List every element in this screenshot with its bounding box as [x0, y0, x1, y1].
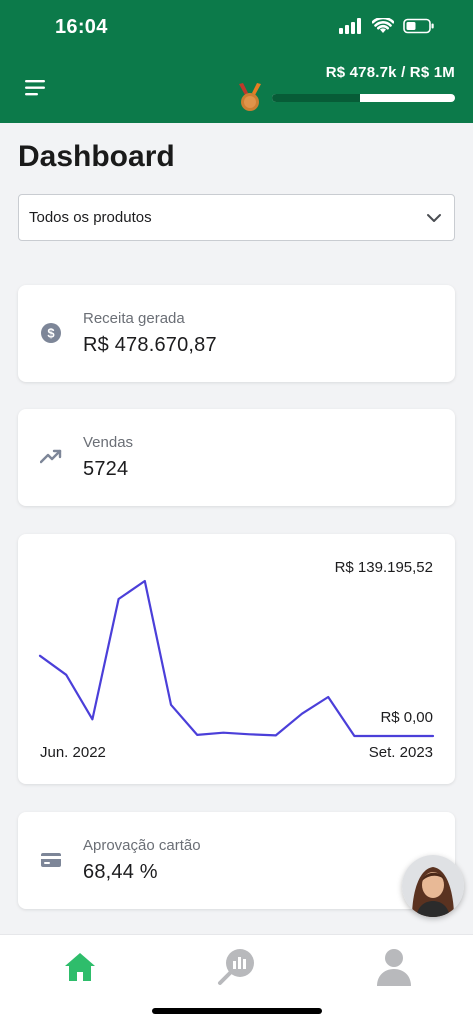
revenue-goal-progress [272, 94, 455, 102]
home-icon [65, 953, 95, 981]
trending-up-icon [40, 449, 62, 464]
battery-icon [403, 18, 434, 34]
revenue-goal-text: R$ 478.7k / R$ 1M [325, 64, 455, 81]
sales-value: 5724 [83, 458, 129, 480]
status-time: 16:04 [55, 16, 108, 38]
status-icons [339, 18, 435, 34]
revenue-value: R$ 478.670,87 [83, 334, 217, 356]
profile-icon [377, 949, 411, 986]
revenue-label: Receita gerada [83, 310, 185, 327]
page-title: Dashboard [18, 140, 175, 173]
product-select[interactable]: Todos os produtos [18, 194, 455, 241]
menu-button[interactable] [24, 78, 48, 98]
sales-label: Vendas [83, 434, 134, 451]
nav-profile[interactable] [374, 947, 414, 987]
card-approval-card: Aprovação cartão 68,44 % [18, 812, 455, 909]
approval-value: 68,44 % [83, 861, 158, 883]
revenue-card: $ Receita gerada R$ 478.670,87 [18, 285, 455, 382]
dollar-circle-icon: $ [41, 323, 61, 343]
product-select-value: Todos os produtos [29, 209, 152, 226]
support-agent-avatar [402, 855, 464, 917]
chart-x-start-label: Jun. 2022 [40, 744, 106, 761]
nav-home[interactable] [60, 947, 100, 987]
wifi-icon [372, 18, 394, 33]
revenue-chart-card: R$ 139.195,52 R$ 0,00 Jun. 2022 Set. 202… [18, 534, 455, 784]
menu-icon [25, 80, 45, 96]
analytics-search-icon [218, 949, 254, 985]
nav-analytics[interactable] [216, 947, 256, 987]
revenue-goal-progress-fill [272, 94, 360, 102]
credit-card-icon [41, 853, 61, 867]
revenue-line-chart: R$ 139.195,52 R$ 0,00 Jun. 2022 Set. 202… [38, 559, 435, 761]
chevron-down-icon [427, 213, 441, 222]
sales-card: Vendas 5724 [18, 409, 455, 506]
approval-label: Aprovação cartão [83, 837, 201, 854]
app-header: 16:04 R$ 478.7k / R$ 1M [0, 0, 473, 123]
home-indicator [152, 1008, 322, 1014]
chart-max-label: R$ 139.195,52 [335, 559, 433, 576]
cellular-signal-icon [339, 18, 361, 34]
chart-x-end-label: Set. 2023 [369, 744, 433, 761]
medal-icon [239, 83, 261, 111]
svg-text:$: $ [47, 326, 55, 341]
revenue-series-line [38, 579, 435, 738]
chart-min-label: R$ 0,00 [380, 709, 433, 726]
support-avatar-button[interactable] [402, 855, 464, 917]
